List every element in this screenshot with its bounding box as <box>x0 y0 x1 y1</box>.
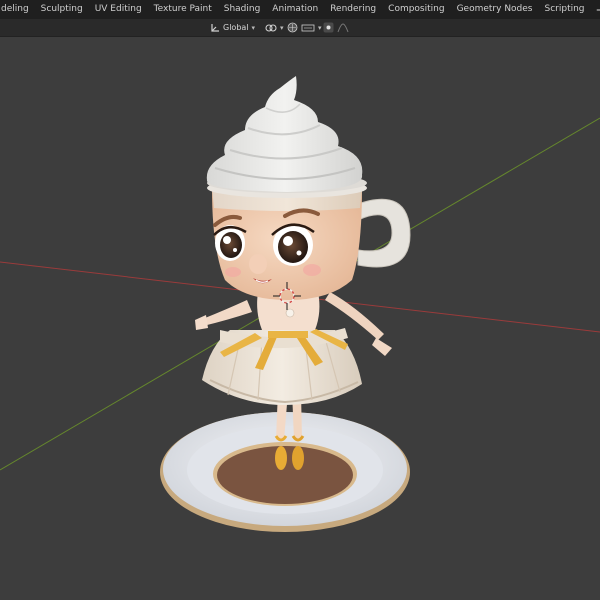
tab-scripting[interactable]: Scripting <box>538 0 592 19</box>
transform-orientation-dropdown[interactable]: Global ▾ <box>207 20 258 35</box>
proportional-editing-toggle[interactable] <box>320 20 352 35</box>
add-workspace-button[interactable]: + <box>592 3 600 17</box>
snapping-dropdown[interactable]: ▾ <box>284 20 325 35</box>
3d-viewport[interactable] <box>0 37 600 600</box>
whipped-cream-top <box>206 76 363 192</box>
tutu-skirt <box>202 328 362 405</box>
tab-texture-paint[interactable]: Texture Paint <box>147 0 219 19</box>
orientation-axes-icon <box>211 23 219 32</box>
snap-target-icon <box>301 24 315 31</box>
tab-uv-editing[interactable]: UV Editing <box>88 0 149 19</box>
cup-handle <box>354 198 411 268</box>
proportional-editing-icon <box>323 22 334 33</box>
tab-shading[interactable]: Shading <box>217 0 268 19</box>
tab-rendering[interactable]: Rendering <box>323 0 383 19</box>
viewport-header: Global ▾ ▾ ▾ <box>0 19 600 37</box>
falloff-curve-icon <box>337 22 349 32</box>
workspace-tabs-bar: deling Sculpting UV Editing Texture Pain… <box>0 0 600 19</box>
tab-modeling[interactable]: deling <box>0 0 36 19</box>
chevron-down-icon: ▾ <box>280 23 284 32</box>
snap-icon <box>287 22 298 33</box>
chevron-down-icon: ▾ <box>251 23 256 32</box>
pivot-point-dropdown[interactable]: ▾ <box>262 20 287 35</box>
tab-sculpting[interactable]: Sculpting <box>34 0 90 19</box>
saucer <box>160 412 410 532</box>
viewport-canvas <box>0 76 600 532</box>
tab-compositing[interactable]: Compositing <box>381 0 451 19</box>
tab-geometry-nodes[interactable]: Geometry Nodes <box>450 0 540 19</box>
orientation-label: Global <box>223 23 249 32</box>
link-icon <box>265 23 277 32</box>
tab-animation[interactable]: Animation <box>265 0 325 19</box>
